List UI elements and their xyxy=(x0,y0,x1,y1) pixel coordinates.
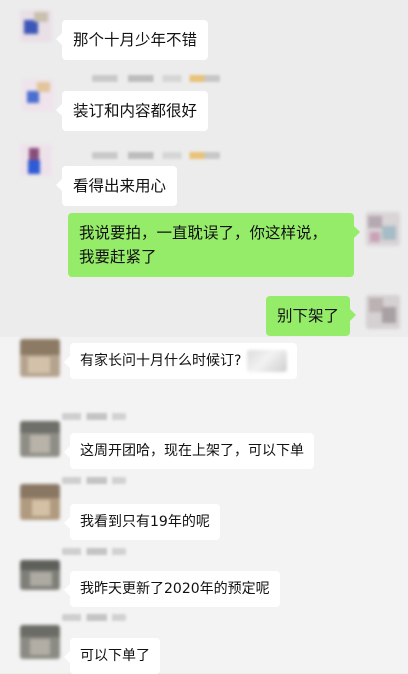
sender-name xyxy=(92,75,220,82)
message-bubble[interactable]: 有家长问十月什么时候订? xyxy=(63,343,298,379)
message-bubble[interactable]: 我昨天更新了2020年的预定呢 xyxy=(64,571,280,607)
message-bubble[interactable]: 我看到只有19年的呢 xyxy=(64,504,220,540)
message-bubble[interactable]: 可以下单了 xyxy=(64,638,160,674)
my-avatar[interactable] xyxy=(366,295,400,329)
contact-avatar-4[interactable] xyxy=(20,339,60,377)
message-text: 可以下单了 xyxy=(80,648,150,664)
message-text: 看得出来用心 xyxy=(73,177,167,195)
contact-avatar-1[interactable] xyxy=(20,10,52,42)
message-bubble[interactable]: 看得出来用心 xyxy=(55,166,178,206)
message-bubble[interactable]: 装订和内容都很好 xyxy=(55,91,209,131)
sender-name xyxy=(62,548,126,555)
contact-avatar-8[interactable] xyxy=(20,625,60,659)
contact-avatar-3[interactable] xyxy=(20,144,52,176)
sender-name xyxy=(62,413,126,420)
message-text: 那个十月少年不错 xyxy=(73,31,198,49)
contact-avatar-7[interactable] xyxy=(20,560,60,590)
sender-name xyxy=(62,614,126,621)
contact-avatar-5[interactable] xyxy=(20,421,60,457)
message-text: 这周开团哈，现在上架了，可以下单 xyxy=(80,443,304,459)
message-text: 装订和内容都很好 xyxy=(73,102,198,120)
blurred-emoji-sticker-icon xyxy=(247,350,288,372)
message-text-line: 我说要拍，一直耽误了，你这样说， xyxy=(79,224,328,242)
message-text: 有家长问十月什么时候订? xyxy=(80,353,242,369)
message-text: 我昨天更新了2020年的预定呢 xyxy=(80,581,270,597)
contact-avatar-6[interactable] xyxy=(20,484,60,520)
my-avatar[interactable] xyxy=(366,212,400,246)
message-text: 我看到只有19年的呢 xyxy=(80,514,210,530)
message-bubble[interactable]: 这周开团哈，现在上架了，可以下单 xyxy=(64,433,314,469)
sender-name xyxy=(92,152,220,159)
message-bubble[interactable]: 那个十月少年不错 xyxy=(55,20,209,60)
message-text: 别下架了 xyxy=(277,307,340,325)
message-bubble-sent[interactable]: 别下架了 xyxy=(266,296,357,336)
message-bubble-sent[interactable]: 我说要拍，一直耽误了，你这样说， 我要赶紧了 xyxy=(68,213,360,277)
contact-avatar-2[interactable] xyxy=(22,79,54,111)
sender-name xyxy=(62,477,126,484)
message-text-line: 我要赶紧了 xyxy=(79,248,157,266)
